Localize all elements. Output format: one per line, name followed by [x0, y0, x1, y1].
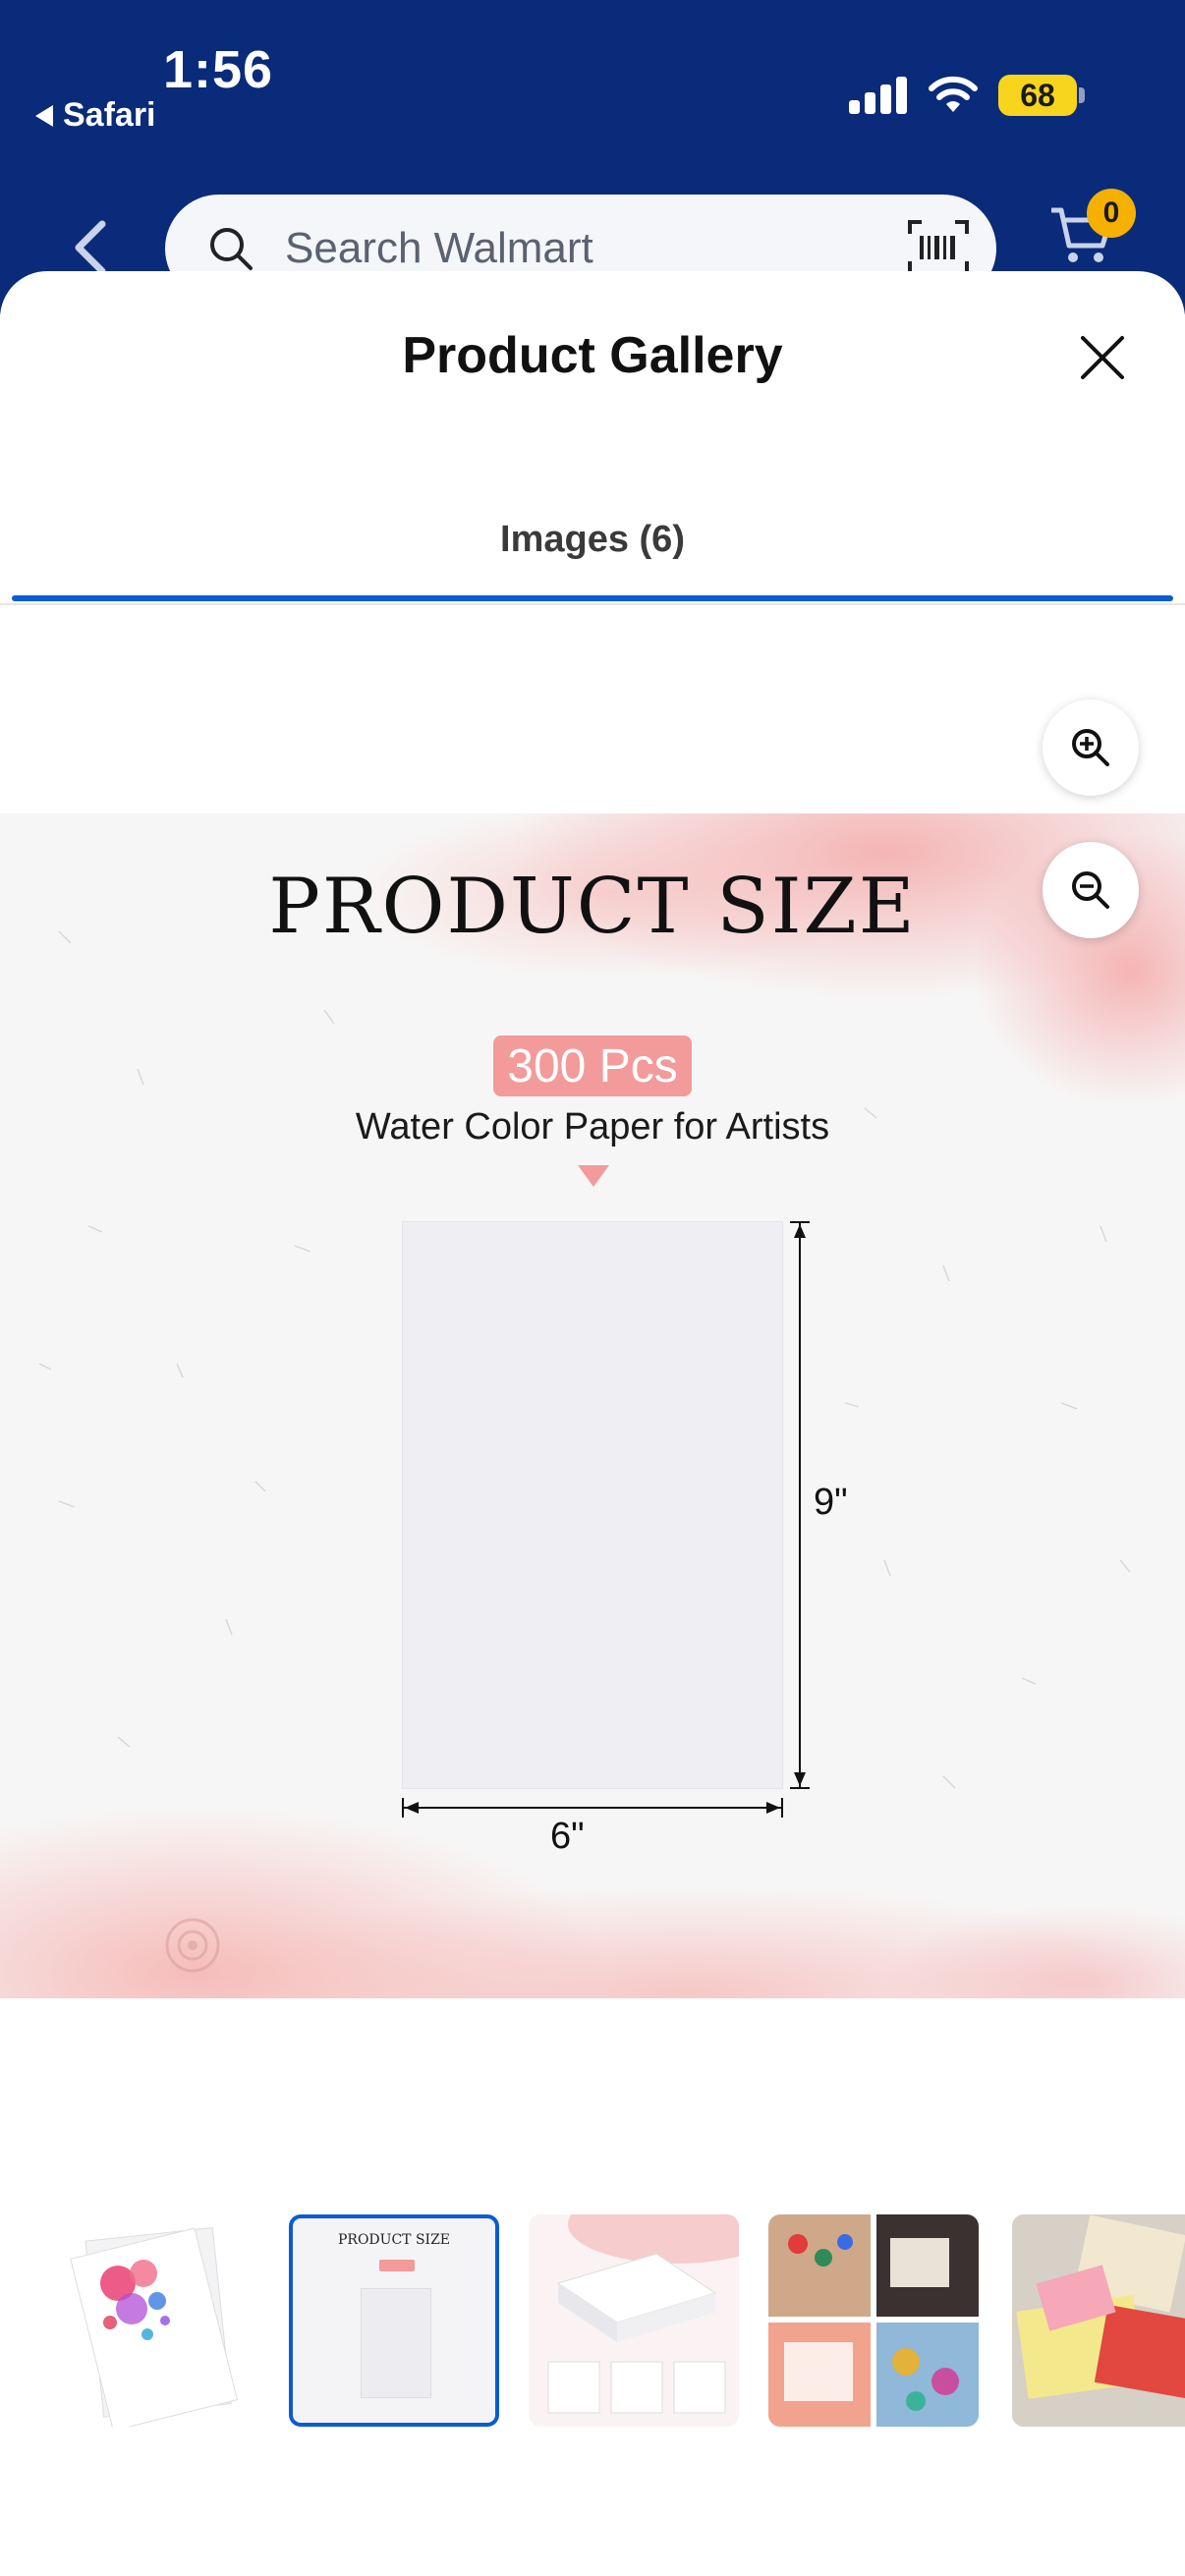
- thumbnail-watercolor-paper-stack: [70, 2227, 239, 2427]
- zoom-out-icon: [1072, 871, 1109, 909]
- thumbnail-envelopes: [1012, 2214, 1185, 2427]
- thumbnail-strip: PRODUCT SIZE: [0, 2214, 1185, 2427]
- battery-cap: [1079, 87, 1085, 103]
- zoom-in-icon: [1072, 729, 1109, 766]
- search-icon: [210, 228, 253, 270]
- sheet-title: Product Gallery: [402, 327, 783, 384]
- screen: 1:56 Safari 68 Search Walmart 0 Product …: [0, 0, 1185, 2576]
- tab-images[interactable]: Images (6): [12, 517, 1173, 607]
- width-dimension-label: 6": [550, 1816, 585, 1857]
- thumbnail-2-sheet: [362, 2289, 430, 2397]
- thumbnail-art-collage: [768, 2214, 979, 2427]
- thumbnail-5[interactable]: [1012, 2214, 1185, 2427]
- paper-caption: Water Color Paper for Artists: [355, 1106, 830, 1148]
- back-to-safari[interactable]: Safari: [35, 96, 156, 135]
- status-time: 1:56: [163, 40, 274, 99]
- tab-active-indicator: [12, 595, 1173, 601]
- walmart-header: 1:56 Safari 68 Search Walmart 0: [0, 0, 1185, 314]
- wifi-icon: [929, 76, 978, 112]
- chevron-left-icon[interactable]: [69, 218, 112, 277]
- battery-indicator: 68: [998, 75, 1077, 116]
- close-icon[interactable]: [1073, 328, 1132, 387]
- cellular-signal-icon: [849, 77, 908, 114]
- zoom-in-button[interactable]: [1043, 700, 1139, 796]
- thumbnail-2-badge: [379, 2260, 415, 2271]
- height-dimension-label: 9": [814, 1482, 848, 1523]
- thumbnail-paper-block: [547, 2214, 739, 2414]
- thumbnail-1[interactable]: [49, 2214, 259, 2427]
- status-bar: 1:56 Safari 68: [0, 0, 1185, 147]
- back-app-label: Safari: [63, 96, 156, 134]
- paper-sheet-illustration: [403, 1222, 782, 1788]
- quantity-badge: 300 Pcs: [493, 1036, 692, 1096]
- barcode-scanner-icon[interactable]: [906, 218, 971, 277]
- zoom-out-button[interactable]: [1043, 842, 1139, 938]
- back-triangle-icon: [35, 104, 53, 127]
- product-image[interactable]: PRODUCT SIZE 300 Pcs Water Color Paper f…: [0, 813, 1185, 1998]
- thumbnail-3[interactable]: [529, 2214, 739, 2427]
- thumbnail-2[interactable]: PRODUCT SIZE: [289, 2214, 499, 2427]
- pointer-triangle: [578, 1165, 609, 1187]
- search-placeholder: Search Walmart: [285, 224, 593, 272]
- thumbnail-4[interactable]: [768, 2214, 979, 2427]
- product-size-heading: PRODUCT SIZE: [268, 863, 917, 951]
- thumbnail-2-title: PRODUCT SIZE: [337, 2232, 451, 2248]
- tab-images-label: Images (6): [500, 519, 685, 560]
- tab-divider: [0, 603, 1185, 605]
- cart-count-badge: 0: [1087, 189, 1136, 238]
